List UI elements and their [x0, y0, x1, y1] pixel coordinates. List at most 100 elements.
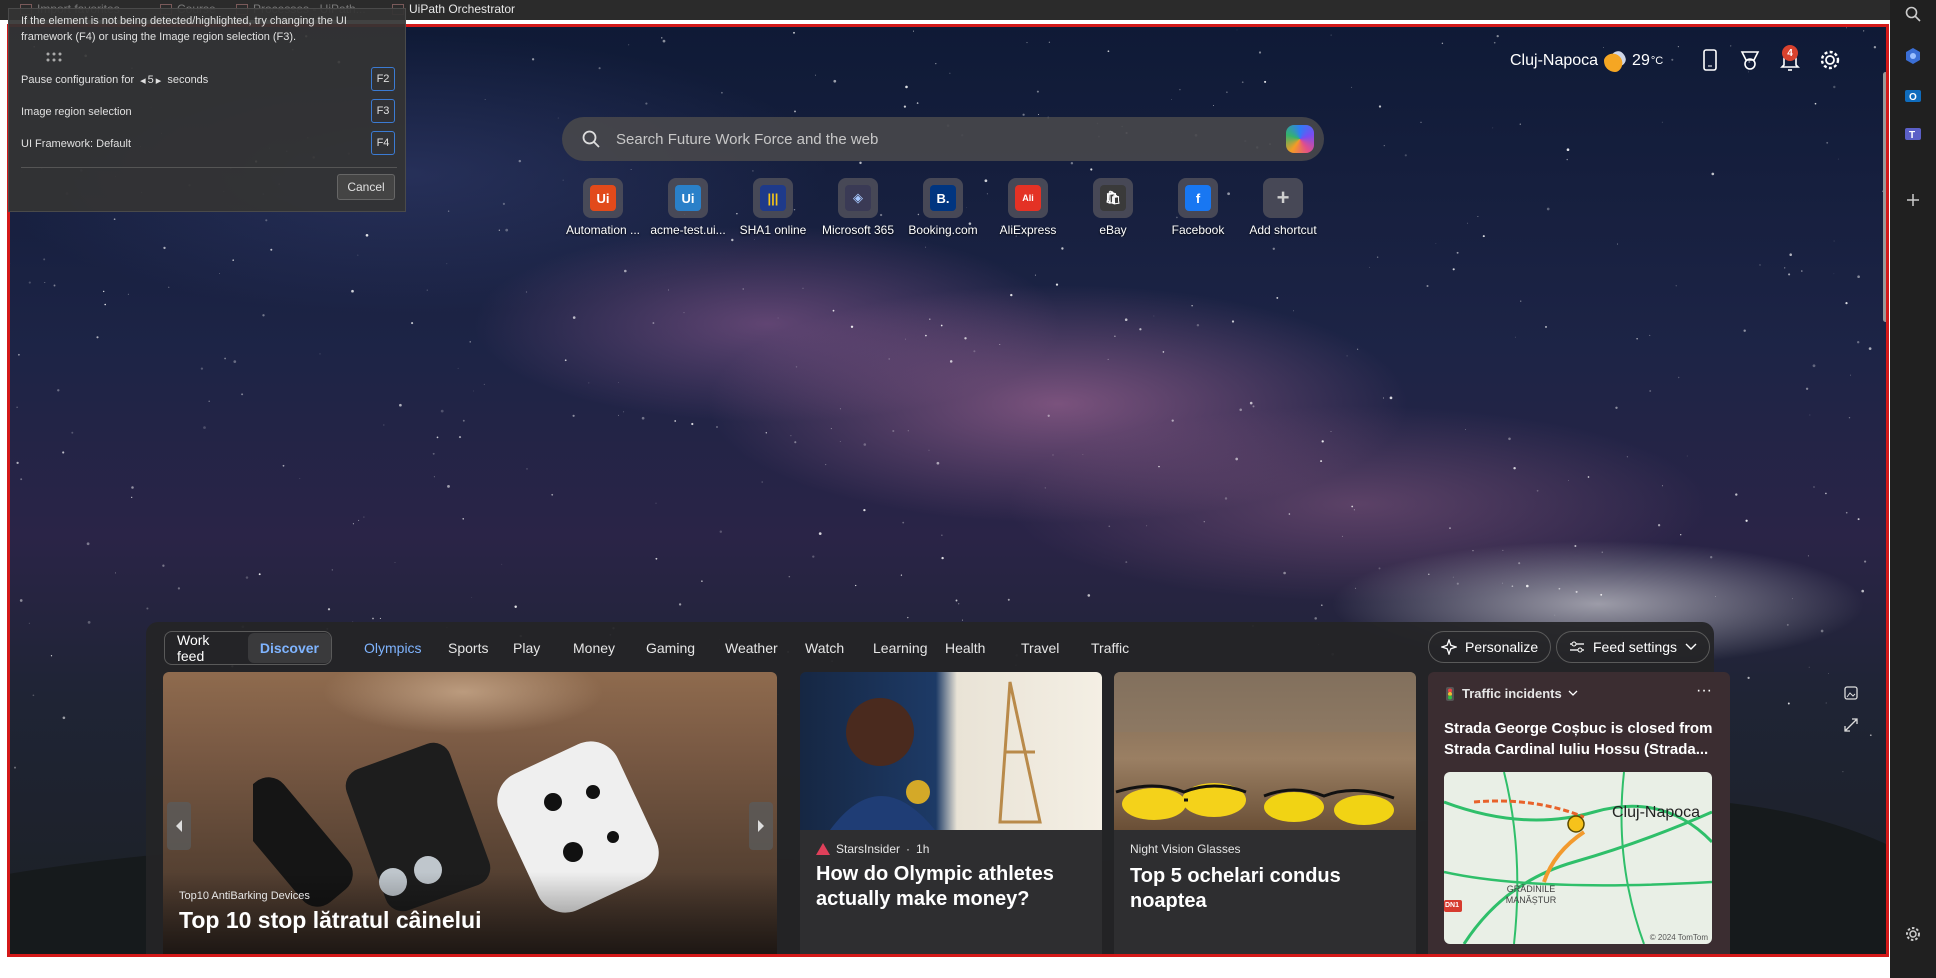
search-input[interactable]: Search Future Work Force and the web: [616, 131, 878, 148]
shortcut-tile[interactable]: 🛍 eBay: [1072, 178, 1154, 237]
shortcut-icon-tile: Ui: [668, 178, 708, 218]
map-district-label: GRĂDINILE MANĂȘTUR: [1505, 884, 1557, 905]
partly-sunny-icon: [1604, 50, 1627, 72]
shortcut-label: acme-test.ui...: [650, 223, 726, 237]
framework-label: UI Framework: Default: [21, 138, 132, 150]
map-credit: © 2024 TomTom: [1649, 933, 1708, 942]
feed-toggle: Work feed Discover: [164, 631, 332, 665]
page-scrollbar[interactable]: [1880, 54, 1886, 956]
discover-tab[interactable]: Discover: [247, 633, 331, 663]
rewards-icon[interactable]: [1738, 48, 1762, 72]
f3-key[interactable]: F3: [371, 99, 395, 123]
shortcut-tile[interactable]: f Facebook: [1157, 178, 1239, 237]
traffic-map[interactable]: Cluj-Napoca GRĂDINILE MANĂȘTUR DN1 © 202…: [1444, 772, 1712, 944]
card-source: Night Vision Glasses: [1130, 842, 1241, 856]
image-region-row[interactable]: Image region selection F3: [21, 99, 395, 125]
shortcut-label: Microsoft 365: [821, 223, 895, 237]
card-headline: How do Olympic athletes actually make mo…: [816, 863, 1054, 910]
svg-text:T: T: [1909, 130, 1915, 141]
weather-widget[interactable]: Cluj-Napoca 29 °C: [1510, 50, 1663, 72]
copilot-sidebar-icon[interactable]: [1903, 46, 1923, 66]
decrease-pause-button[interactable]: ◂: [140, 74, 146, 87]
shortcut-icon-tile: Ali: [1008, 178, 1048, 218]
feed-tab-health[interactable]: Health: [945, 640, 985, 656]
news-card-night-glasses[interactable]: Night Vision Glasses Top 5 ochelari cond…: [1114, 672, 1416, 956]
framework-row[interactable]: UI Framework: Default F4: [21, 131, 395, 157]
search-box[interactable]: Search Future Work Force and the web: [562, 117, 1324, 161]
feed-tab-weather[interactable]: Weather: [725, 640, 778, 656]
shortcut-logo-icon: Ali: [1015, 185, 1041, 211]
shortcut-label: Add shortcut: [1249, 223, 1317, 237]
phone-icon[interactable]: [1698, 48, 1722, 72]
feed-tab-money[interactable]: Money: [573, 640, 615, 656]
feed-tab-gaming[interactable]: Gaming: [646, 640, 695, 656]
shortcut-logo-icon: |||: [760, 185, 786, 211]
shortcut-icon-tile: ◈: [838, 178, 878, 218]
shortcut-logo-icon: 🛍: [1100, 185, 1126, 211]
copilot-icon[interactable]: [1286, 125, 1314, 153]
traffic-light-icon: [1446, 686, 1454, 701]
shortcut-label: Facebook: [1171, 223, 1225, 237]
shortcut-tile[interactable]: Ui acme-test.ui...: [647, 178, 729, 237]
f2-key[interactable]: F2: [371, 67, 395, 91]
personalize-button[interactable]: Personalize: [1428, 631, 1552, 663]
card-headline: Top 5 ochelari condus noaptea: [1130, 865, 1341, 912]
work-feed-tab[interactable]: Work feed: [165, 632, 248, 664]
teams-icon[interactable]: T: [1903, 124, 1923, 144]
news-feed: Work feed Discover Olympics Sports Play Mon…: [146, 622, 1730, 956]
shortcut-tile[interactable]: ◈ Microsoft 365: [817, 178, 899, 237]
news-card-olympics[interactable]: StarsInsider · 1h How do Olympic athlete…: [800, 672, 1102, 956]
feed-tab-play[interactable]: Play: [513, 640, 540, 656]
feed-tab-olympics[interactable]: Olympics: [364, 640, 422, 656]
traffic-card[interactable]: Traffic incidents ··· Strada George Coșb…: [1428, 672, 1730, 956]
carousel-prev-button[interactable]: [167, 802, 191, 850]
shortcut-icon-tile: B.: [923, 178, 963, 218]
feed-tab-sports[interactable]: Sports: [448, 640, 488, 656]
shortcut-tile[interactable]: ||| SHA1 online: [732, 178, 814, 237]
search-icon[interactable]: [1903, 4, 1923, 24]
meta-separator: ·: [906, 842, 911, 856]
dialog-message: If the element is not being detected/hig…: [21, 15, 347, 43]
image-info-icon[interactable]: [1844, 686, 1858, 705]
shortcut-tile[interactable]: Ali AliExpress: [987, 178, 1069, 237]
feed-tab-travel[interactable]: Travel: [1021, 640, 1059, 656]
scroll-thumb[interactable]: [1883, 72, 1886, 322]
shortcut-tile[interactable]: Ui Automation ...: [562, 178, 644, 237]
add-icon[interactable]: [1903, 190, 1923, 210]
add-shortcut-button[interactable]: + Add shortcut: [1242, 178, 1324, 237]
favorite-orchestrator[interactable]: UiPath Orchestrator: [392, 2, 515, 16]
feed-settings-button[interactable]: Feed settings: [1556, 631, 1711, 663]
outlook-icon[interactable]: O: [1903, 86, 1923, 106]
weather-unit: °C: [1650, 55, 1664, 67]
cancel-button[interactable]: Cancel: [337, 174, 395, 200]
shortcut-logo-icon: Ui: [675, 185, 701, 211]
card-source: StarsInsider: [836, 842, 901, 856]
pause-label: Pause configuration for: [21, 74, 135, 86]
news-card-antibarking[interactable]: Top10 AntiBarking Devices Top 10 stop lă…: [163, 672, 777, 956]
card-source: Top10 AntiBarking Devices: [179, 890, 310, 902]
feed-tab-traffic[interactable]: Traffic: [1091, 640, 1129, 656]
shortcut-logo-icon: Ui: [590, 185, 616, 211]
feed-tab-learning[interactable]: Learning: [873, 640, 928, 656]
chevron-down-icon[interactable]: [1568, 690, 1578, 697]
f4-key[interactable]: F4: [371, 131, 395, 155]
shortcut-tile[interactable]: B. Booking.com: [902, 178, 984, 237]
map-road-label: DN1: [1445, 902, 1460, 909]
shortcut-label: Booking.com: [908, 223, 978, 237]
pause-value[interactable]: 5: [148, 74, 154, 86]
card-image: [1114, 672, 1416, 830]
browser-sidebar: O T: [1890, 0, 1936, 978]
shortcut-logo-icon: +: [1276, 185, 1290, 210]
more-options-icon[interactable]: ···: [1696, 682, 1712, 700]
gear-icon[interactable]: [1818, 48, 1842, 72]
shortcut-label: SHA1 online: [739, 223, 807, 237]
carousel-next-button[interactable]: [749, 802, 773, 850]
increase-pause-button[interactable]: ▸: [156, 74, 162, 87]
settings-icon[interactable]: [1903, 924, 1923, 944]
feed-tab-watch[interactable]: Watch: [805, 640, 844, 656]
shortcut-logo-icon: B.: [930, 185, 956, 211]
expand-icon[interactable]: [1844, 718, 1858, 737]
image-region-label: Image region selection: [21, 106, 132, 118]
dialog-divider: [21, 167, 397, 168]
drag-grip-icon[interactable]: [45, 51, 67, 65]
